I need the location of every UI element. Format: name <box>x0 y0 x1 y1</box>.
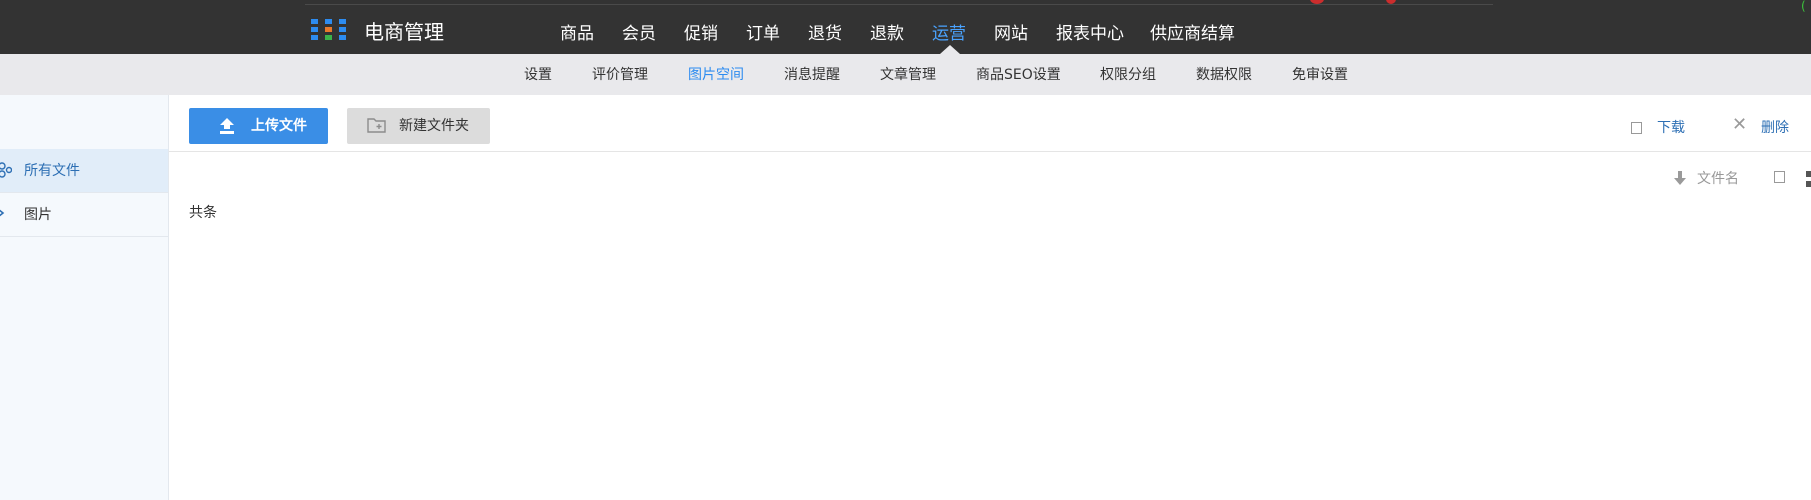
upload-file-button[interactable]: 上传文件 <box>189 108 328 144</box>
sort-down-arrow-icon[interactable] <box>1674 170 1686 185</box>
subnav-item-data-permissions[interactable]: 数据权限 <box>1196 65 1252 85</box>
download-link[interactable]: 下载 <box>1657 118 1685 138</box>
new-folder-button[interactable]: 新建文件夹 <box>347 108 490 144</box>
nav-item-returns[interactable]: 退货 <box>808 22 842 46</box>
sidebar-item-label: 图片 <box>24 207 52 223</box>
new-folder-label: 新建文件夹 <box>399 118 469 134</box>
sidebar-item-all-files[interactable]: 所有文件 <box>0 149 168 193</box>
sort-bar: 文件名 <box>169 152 1811 192</box>
upload-icon <box>218 117 236 135</box>
list-view-checkbox[interactable] <box>1774 171 1785 183</box>
top-header: 电商管理 商品 会员 促销 订单 退货 退款 运营 网站 报表中心 供应商结算 … <box>0 0 1811 54</box>
nav-item-orders[interactable]: 订单 <box>746 22 780 46</box>
grid-view-icon[interactable] <box>1806 181 1811 187</box>
nav-item-supplier-settlement[interactable]: 供应商结算 <box>1150 22 1235 46</box>
nav-item-website[interactable]: 网站 <box>994 22 1028 46</box>
subnav-item-articles[interactable]: 文章管理 <box>880 65 936 85</box>
sub-nav: 设置 评价管理 图片空间 消息提醒 文章管理 商品SEO设置 权限分组 数据权限… <box>0 54 1811 95</box>
nav-item-products[interactable]: 商品 <box>560 22 594 46</box>
corner-bracket-icon: ( <box>1801 0 1806 13</box>
delete-link[interactable]: 删除 <box>1761 118 1789 138</box>
nav-item-operations[interactable]: 运营 <box>932 22 966 46</box>
nav-item-members[interactable]: 会员 <box>622 22 656 46</box>
file-sidebar: 所有文件 图片 <box>0 95 169 500</box>
sidebar-item-images[interactable]: 图片 <box>0 193 168 237</box>
subnav-item-image-space[interactable]: 图片空间 <box>688 65 744 85</box>
subnav-item-reviews[interactable]: 评价管理 <box>592 65 648 85</box>
grid-view-icon[interactable] <box>1806 171 1811 177</box>
nav-item-reports[interactable]: 报表中心 <box>1056 22 1124 46</box>
subnav-item-permission-groups[interactable]: 权限分组 <box>1100 65 1156 85</box>
subnav-item-seo[interactable]: 商品SEO设置 <box>976 65 1061 85</box>
main-nav: 商品 会员 促销 订单 退货 退款 运营 网站 报表中心 供应商结算 <box>0 0 1811 54</box>
nav-item-promotions[interactable]: 促销 <box>684 22 718 46</box>
total-count: 共条 <box>189 205 217 221</box>
folder-tree-icon <box>0 162 13 182</box>
file-toolbar: 上传文件 新建文件夹 下载 ✕ 删除 <box>169 95 1811 152</box>
image-icon <box>0 207 6 223</box>
sort-by-filename[interactable]: 文件名 <box>1697 169 1739 189</box>
subnav-item-messages[interactable]: 消息提醒 <box>784 65 840 85</box>
sidebar-item-label: 所有文件 <box>24 163 80 179</box>
delete-x-icon[interactable]: ✕ <box>1732 114 1747 136</box>
subnav-item-review-exempt[interactable]: 免审设置 <box>1292 65 1348 85</box>
new-folder-icon <box>367 117 387 133</box>
subnav-item-settings[interactable]: 设置 <box>524 65 552 85</box>
active-nav-caret <box>940 45 960 54</box>
select-all-checkbox[interactable] <box>1631 122 1642 134</box>
upload-file-label: 上传文件 <box>251 118 307 134</box>
nav-item-refunds[interactable]: 退款 <box>870 22 904 46</box>
